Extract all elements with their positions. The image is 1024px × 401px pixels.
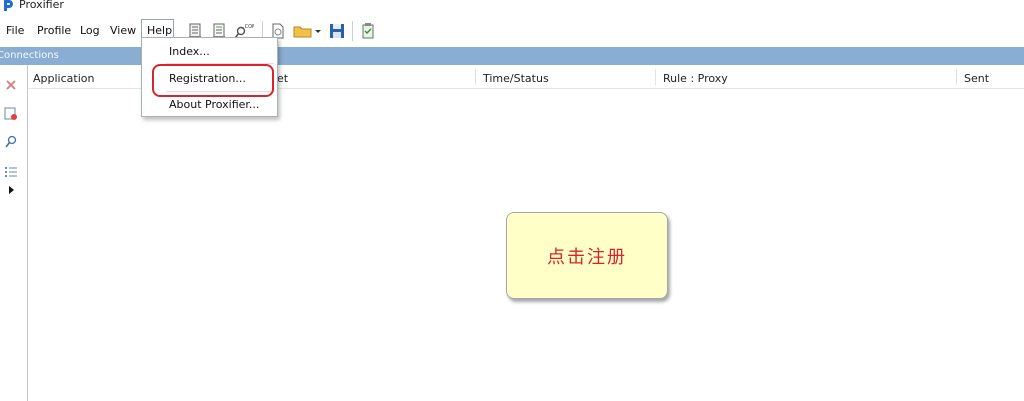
menu-view[interactable]: View <box>110 24 136 37</box>
find-icon[interactable] <box>3 134 19 150</box>
advanced-settings-icon[interactable] <box>359 22 377 40</box>
col-application[interactable]: Application <box>33 72 94 85</box>
menu-separator <box>166 91 274 92</box>
annotation-text: 点击注册 <box>547 246 627 268</box>
column-separator[interactable] <box>655 69 656 85</box>
window-title: Proxifier <box>19 0 64 11</box>
new-rule-icon[interactable] <box>3 106 19 122</box>
toolbar-separator <box>352 21 353 41</box>
details-icon[interactable] <box>3 164 19 180</box>
menu-file[interactable]: File <box>6 24 24 37</box>
connections-panel-title: Connections <box>0 50 59 61</box>
column-separator[interactable] <box>475 69 476 85</box>
menu-item-index[interactable]: Index... <box>169 45 210 58</box>
menu-log[interactable]: Log <box>80 24 100 37</box>
menu-item-about[interactable]: About Proxifier... <box>169 98 259 111</box>
svg-text:.COM: .COM <box>243 24 254 30</box>
proxifier-logo-icon <box>4 0 13 11</box>
save-profile-icon[interactable] <box>328 22 346 40</box>
expand-arrow-icon[interactable] <box>3 182 19 198</box>
menu-separator <box>166 63 274 64</box>
title-bar: Proxifier <box>0 0 1024 14</box>
col-rule-proxy[interactable]: Rule : Proxy <box>663 72 728 85</box>
open-profile-icon[interactable] <box>292 22 322 40</box>
col-time-status[interactable]: Time/Status <box>483 72 549 85</box>
connections-sidebar <box>0 65 28 401</box>
help-dropdown-menu: Index... Registration... About Proxifier… <box>141 37 278 117</box>
close-connection-icon[interactable] <box>3 77 19 93</box>
menu-item-registration[interactable]: Registration... <box>169 72 246 85</box>
menu-profile[interactable]: Profile <box>37 24 71 37</box>
annotation-note: 点击注册 <box>506 212 668 299</box>
column-separator[interactable] <box>956 69 957 85</box>
col-target[interactable]: et <box>277 72 288 85</box>
col-sent[interactable]: Sent <box>964 72 989 85</box>
